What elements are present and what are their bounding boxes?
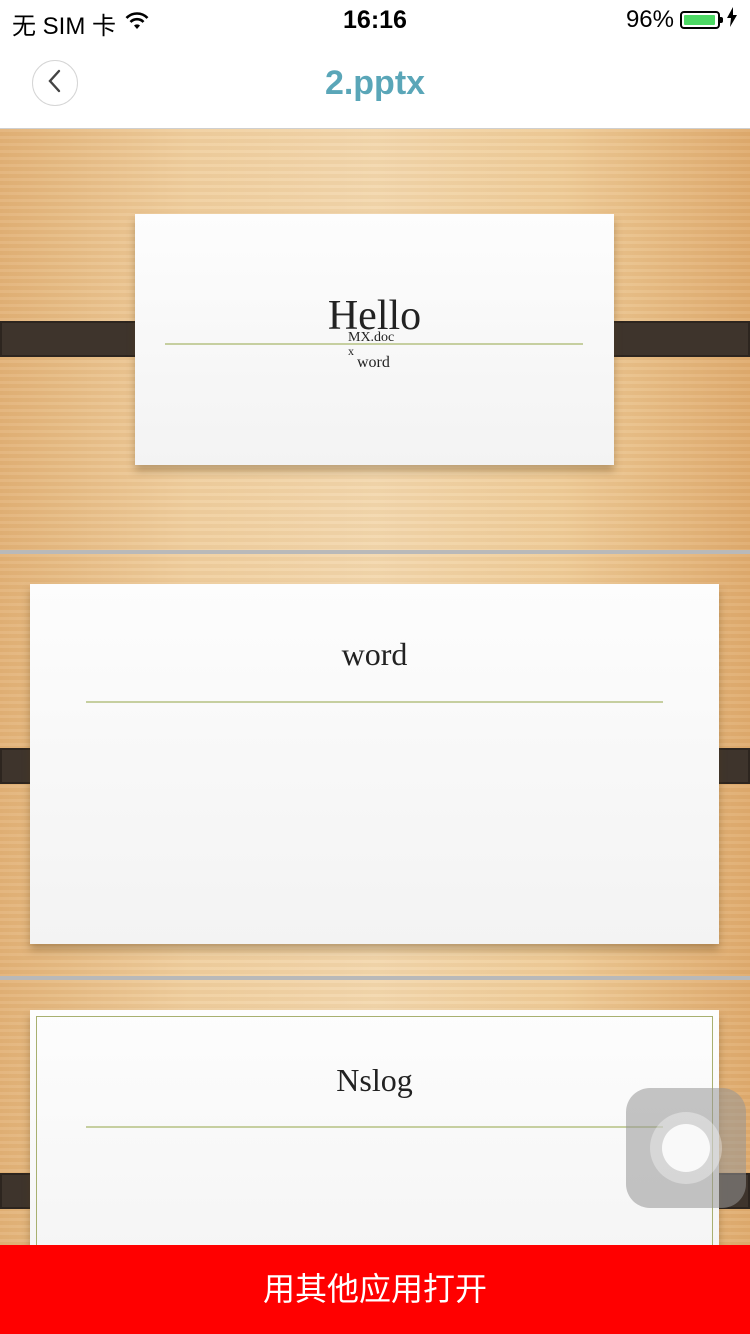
battery-icon (680, 11, 723, 29)
slide-card: Nslog (30, 1010, 719, 1245)
page-title: 2.pptx (324, 64, 426, 102)
slide-title: Nslog (336, 1062, 413, 1098)
slide-subtext: MX.doc (348, 330, 395, 345)
open-with-other-app-button[interactable]: 用其他应用打开 (0, 1245, 750, 1334)
status-right: 96% (626, 6, 738, 34)
status-bar: 无 SIM 卡 16:16 96% (0, 0, 750, 40)
battery-percent: 96% (625, 6, 674, 33)
slide-strap-right (598, 321, 750, 357)
assistive-touch-button[interactable] (626, 1088, 746, 1208)
slide-1: Hello MX.doc x word (0, 129, 750, 550)
slide-subtext: x (348, 344, 354, 358)
slide-title: word (341, 636, 408, 672)
slide-2: word (0, 554, 750, 976)
slide-border (36, 1016, 713, 1245)
slide-rule (86, 701, 663, 703)
nav-bar: 2.pptx (0, 40, 750, 129)
assistive-touch-dot (662, 1124, 710, 1172)
slide-card: word (30, 584, 719, 944)
slide-card: Hello MX.doc x word (135, 214, 614, 465)
slide-strap-left (0, 321, 152, 357)
slide-viewer[interactable]: Hello MX.doc x word word Nslog (0, 129, 750, 1245)
slide-subtext: word (357, 354, 390, 371)
battery-fill (684, 15, 715, 25)
charging-bolt-icon (726, 6, 738, 34)
slide-rule (86, 1126, 663, 1128)
